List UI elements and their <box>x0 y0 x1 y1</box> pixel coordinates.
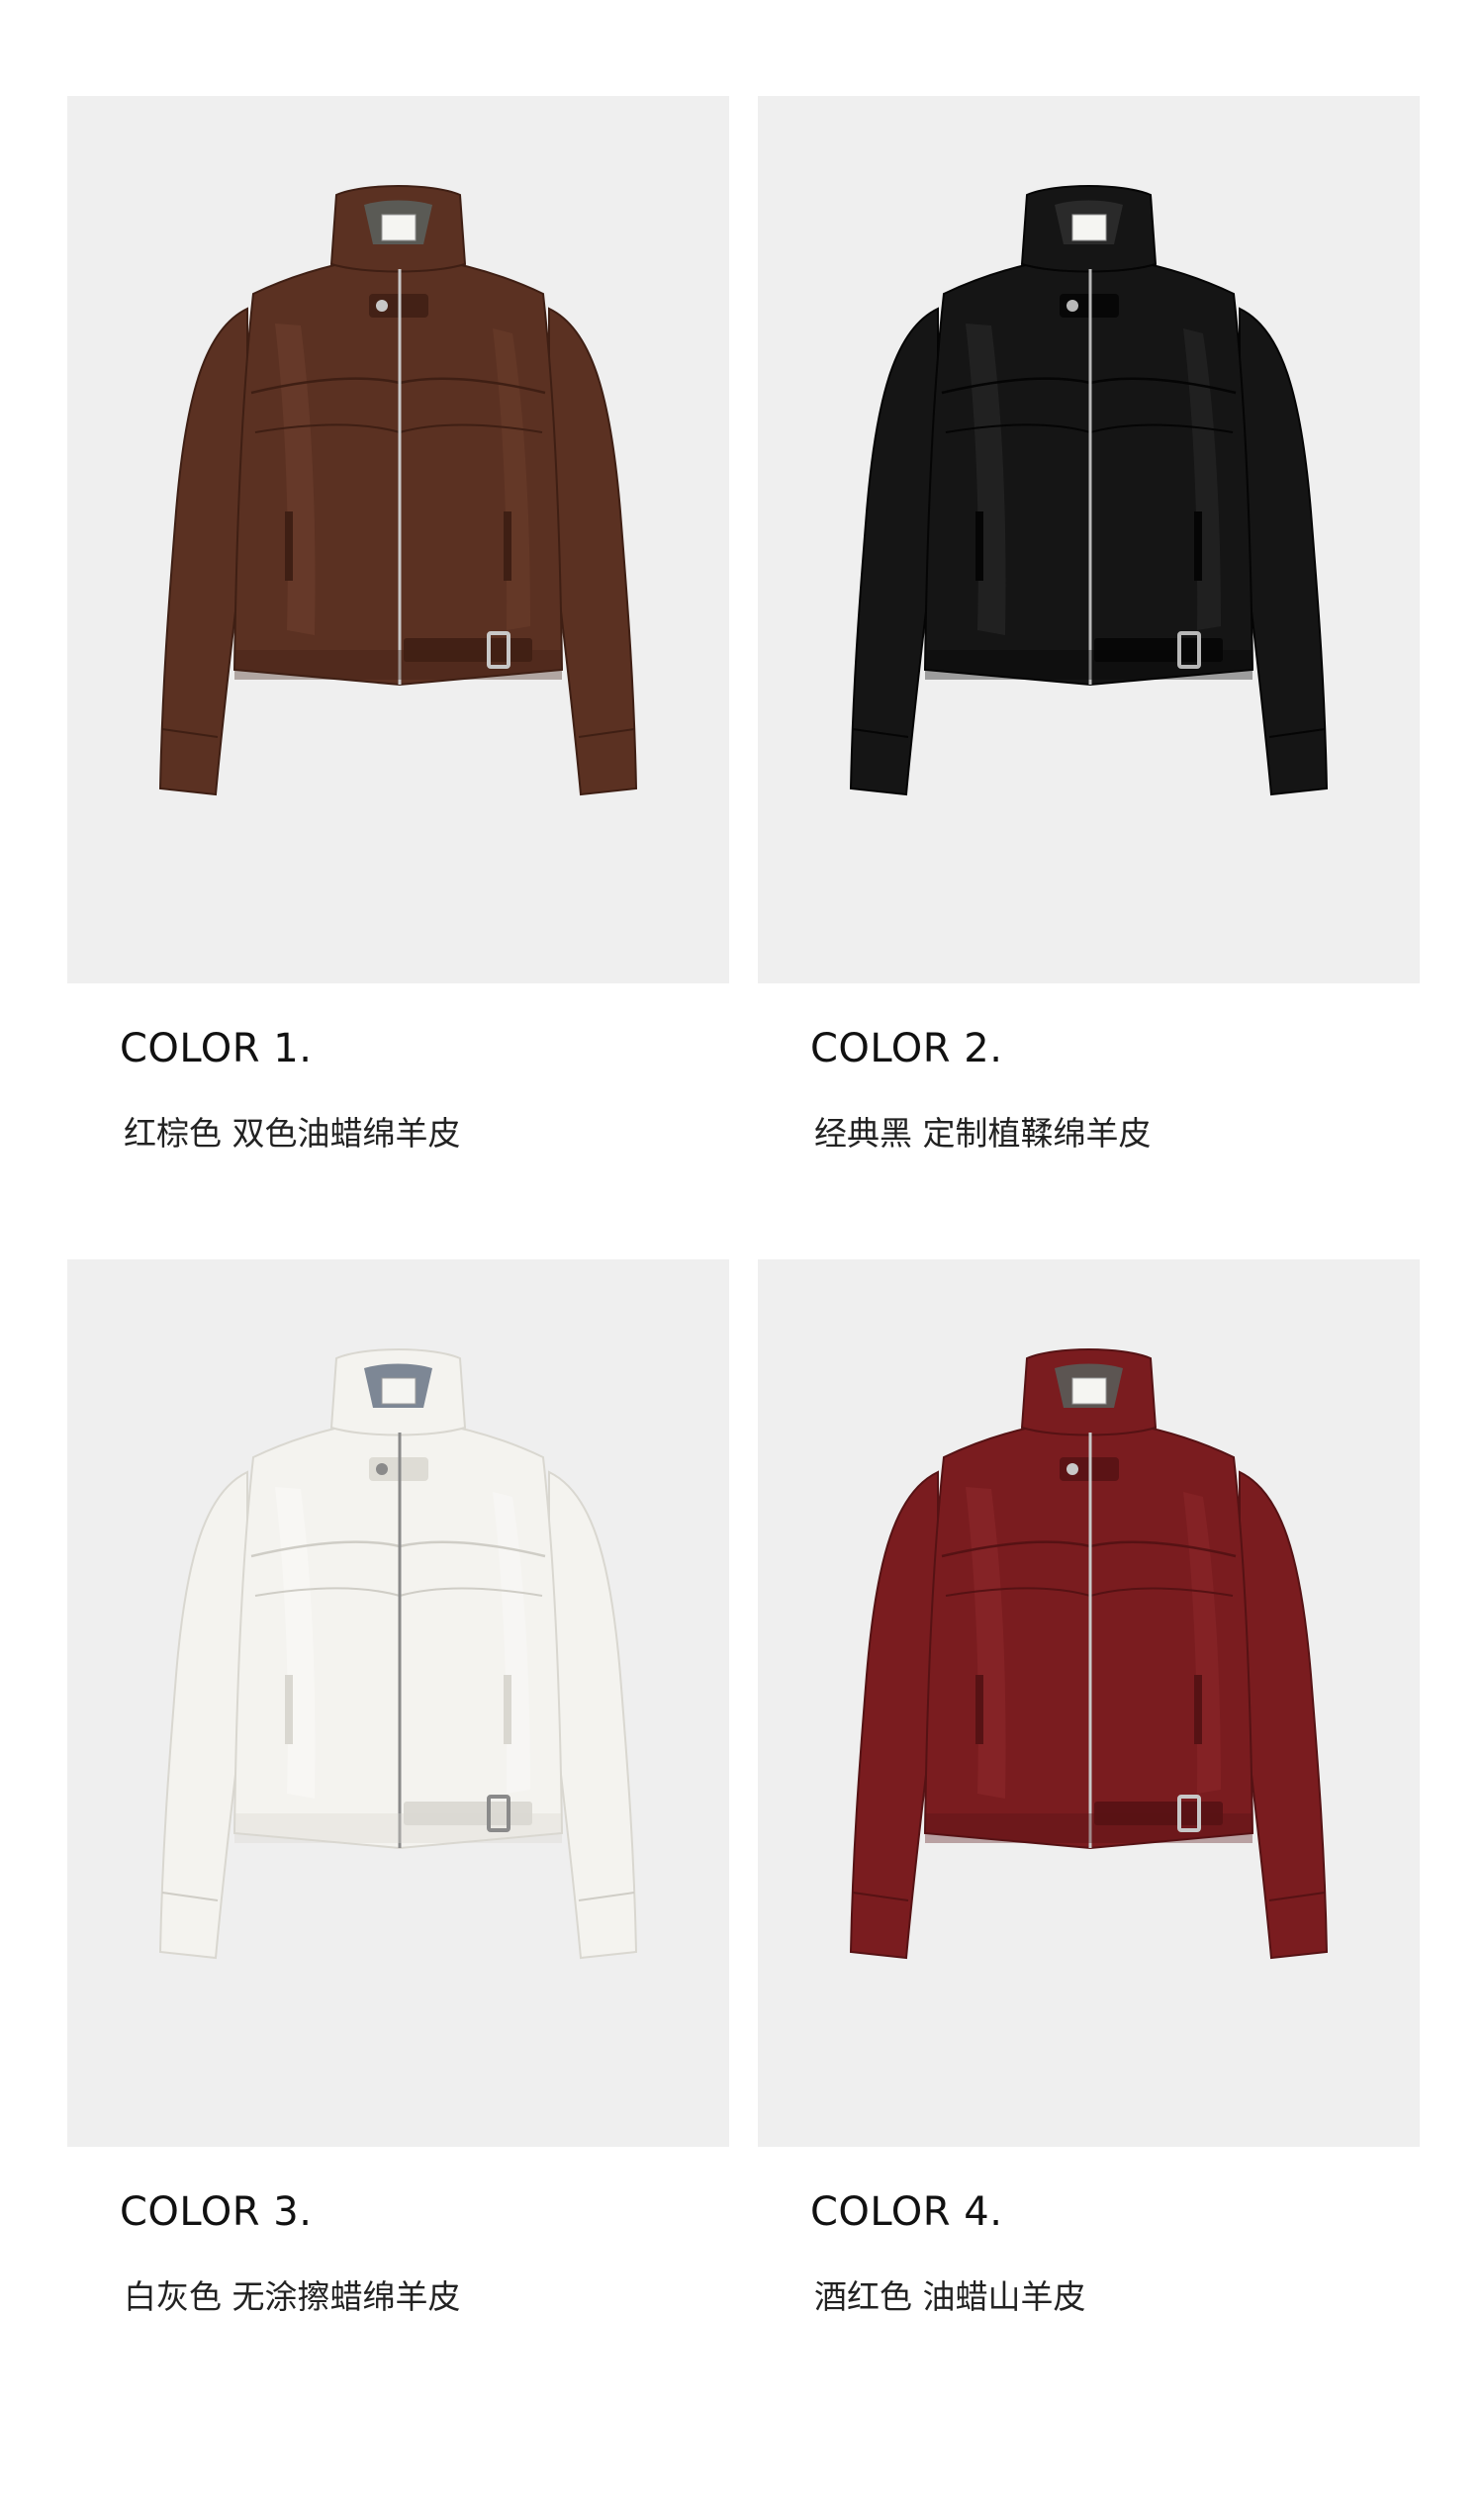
jacket-image-4 <box>849 1348 1329 1960</box>
jacket-photo-4[interactable] <box>758 1259 1420 2147</box>
jacket-image-1 <box>158 185 638 796</box>
color-title-4: COLOR 4. <box>810 2189 1003 2235</box>
color-description-3: 白灰色 无涂擦蜡绵羊皮 <box>124 2277 461 2316</box>
jacket-photo-3[interactable] <box>67 1259 729 2147</box>
color-description-4: 酒红色 油蜡山羊皮 <box>814 2277 1086 2316</box>
color-card-2[interactable]: COLOR 2. 经典黑 定制植鞣绵羊皮 <box>758 96 1420 1153</box>
color-card-4[interactable]: COLOR 4. 酒红色 油蜡山羊皮 <box>758 1259 1420 2316</box>
color-title-3: COLOR 3. <box>120 2189 313 2235</box>
color-title-1: COLOR 1. <box>120 1026 313 1071</box>
color-description-1: 红棕色 双色油蜡绵羊皮 <box>124 1114 461 1153</box>
jacket-photo-2[interactable] <box>758 96 1420 983</box>
jacket-photo-1[interactable] <box>67 96 729 983</box>
color-card-1[interactable]: COLOR 1. 红棕色 双色油蜡绵羊皮 <box>67 96 729 1153</box>
color-title-2: COLOR 2. <box>810 1026 1003 1071</box>
color-card-3[interactable]: COLOR 3. 白灰色 无涂擦蜡绵羊皮 <box>67 1259 729 2316</box>
jacket-image-3 <box>158 1348 638 1960</box>
jacket-image-2 <box>849 185 1329 796</box>
color-description-2: 经典黑 定制植鞣绵羊皮 <box>814 1114 1152 1153</box>
